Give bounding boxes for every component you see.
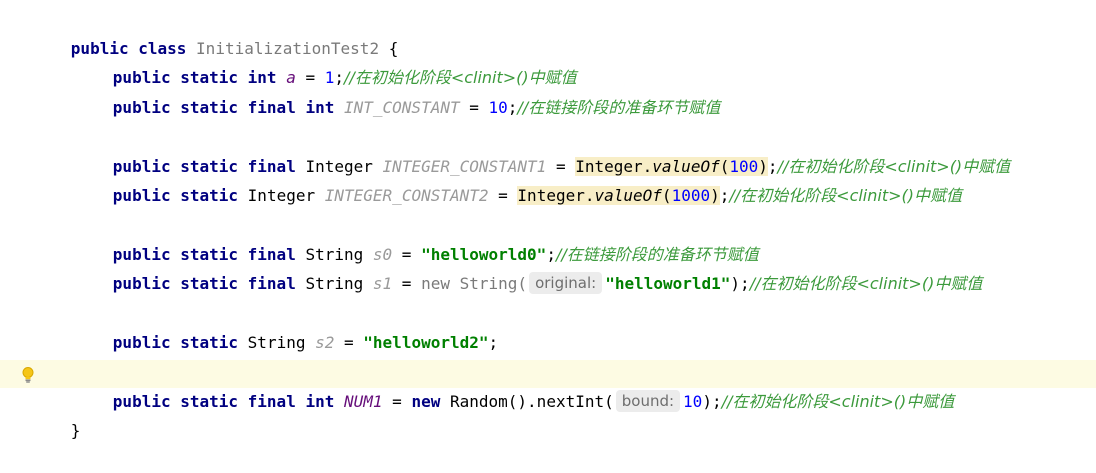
code-line-field-a[interactable]: public static int a = 1;//在初始化阶段<clinit>… xyxy=(0,36,1096,87)
semicolon: ; xyxy=(507,98,518,117)
field-name: INT_CONSTANT xyxy=(344,98,460,117)
number-literal: 1000 xyxy=(671,186,711,205)
modifiers: public static final xyxy=(112,274,296,293)
semicolon: ; xyxy=(719,186,730,205)
field-name: s1 xyxy=(372,274,393,293)
modifiers: public static final int xyxy=(112,98,335,117)
modifiers: public static xyxy=(112,186,239,205)
assign: = xyxy=(459,98,489,117)
call-object: Integer. xyxy=(517,186,595,205)
code-line-field-s1[interactable]: public static final String s1 = new Stri… xyxy=(0,242,1096,294)
number-literal: 10 xyxy=(488,98,508,117)
code-line-field-integer-constant2[interactable]: public static Integer INTEGER_CONSTANT2 … xyxy=(0,154,1096,205)
paren-open: ( xyxy=(661,186,672,205)
keyword-new: new xyxy=(421,274,450,293)
line-comment: //在初始化阶段<clinit>()中赋值 xyxy=(729,186,963,205)
type-name: String xyxy=(247,333,306,352)
type-name: Integer xyxy=(247,186,316,205)
modifiers: public static xyxy=(112,333,239,352)
assign: = xyxy=(334,333,364,352)
field-name: INTEGER_CONSTANT2 xyxy=(324,186,489,205)
assign: = xyxy=(488,186,518,205)
assign: = xyxy=(392,274,422,293)
code-line-field-int-constant[interactable]: public static final int INT_CONSTANT = 1… xyxy=(0,66,1096,117)
code-line-class-close[interactable]: } xyxy=(0,389,1096,440)
parameter-hint: original: xyxy=(529,272,603,294)
constructor-call: String( xyxy=(459,274,528,293)
code-line-field-s2[interactable]: public static String s2 = "helloworld2"; xyxy=(0,301,1096,352)
field-name: s2 xyxy=(315,333,335,352)
code-line-field-num1[interactable]: public static final int NUM1 = new Rando… xyxy=(0,360,1096,412)
code-line-field-integer-constant1[interactable]: public static final Integer INTEGER_CONS… xyxy=(0,125,1096,176)
call-method: valueOf xyxy=(594,186,662,205)
close-brace: } xyxy=(70,421,81,440)
paren-close: ) xyxy=(710,186,720,205)
line-comment: //在链接阶段的准备环节赋值 xyxy=(517,98,721,117)
code-editor[interactable]: public class InitializationTest2 { publi… xyxy=(0,0,1096,440)
semicolon: ; xyxy=(488,333,499,352)
close-paren-semicolon: ); xyxy=(730,274,750,293)
type-name: String xyxy=(305,274,364,293)
string-literal: "helloworld1" xyxy=(605,274,731,293)
lightbulb-icon[interactable] xyxy=(21,366,35,384)
code-line-field-s0[interactable]: public static final String s0 = "hellowo… xyxy=(0,213,1096,264)
highlighted-expression[interactable]: Integer.valueOf(1000) xyxy=(517,186,720,205)
string-literal: "helloworld2" xyxy=(363,333,489,352)
line-comment: //在初始化阶段<clinit>()中赋值 xyxy=(749,274,983,293)
code-line-class-header[interactable]: public class InitializationTest2 { xyxy=(0,7,1096,58)
